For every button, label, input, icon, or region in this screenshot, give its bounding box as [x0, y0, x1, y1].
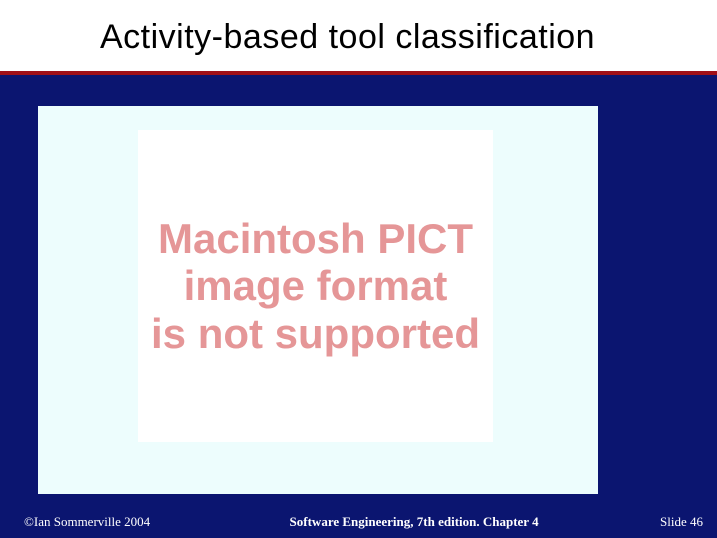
footer-copyright: ©Ian Sommerville 2004 — [24, 514, 150, 530]
placeholder-line-3: is not supported — [151, 310, 480, 357]
title-area: Activity-based tool classification — [0, 0, 717, 75]
footer-slide-number: Slide 46 — [660, 514, 703, 530]
footer: ©Ian Sommerville 2004 Software Engineeri… — [0, 514, 717, 530]
image-placeholder: Macintosh PICT image format is not suppo… — [138, 130, 493, 442]
placeholder-line-2: image format — [184, 262, 448, 309]
slide: Activity-based tool classification Macin… — [0, 0, 717, 538]
slide-number-value: 46 — [690, 514, 703, 529]
slide-title: Activity-based tool classification — [100, 18, 717, 57]
slide-label: Slide — [660, 514, 690, 529]
placeholder-line-1: Macintosh PICT — [158, 215, 473, 262]
footer-book-title: Software Engineering, 7th edition. Chapt… — [150, 514, 660, 530]
placeholder-message: Macintosh PICT image format is not suppo… — [151, 215, 480, 356]
